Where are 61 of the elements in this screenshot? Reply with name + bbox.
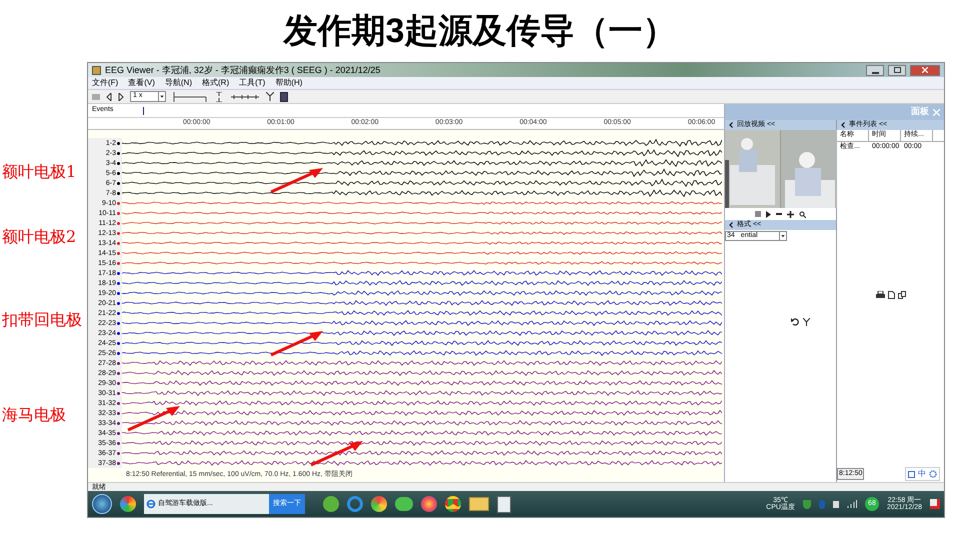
step-back-icon[interactable] bbox=[106, 92, 112, 100]
menu-item[interactable]: 文件(F) bbox=[92, 79, 118, 87]
menu-item[interactable]: 工具(T) bbox=[239, 79, 266, 87]
window-title: EEG Viewer - 李冠浦, 32岁 - 李冠浦癫痫发作3 ( SEEG ) - 2021/12/25 bbox=[105, 66, 380, 74]
menu-item[interactable]: 格式(R) bbox=[202, 79, 230, 87]
resize-icon[interactable] bbox=[908, 470, 915, 478]
slider-icon[interactable] bbox=[172, 92, 208, 102]
markers-icon[interactable] bbox=[230, 92, 260, 100]
maximize-icon bbox=[894, 67, 900, 73]
collapse-icon[interactable] bbox=[729, 222, 733, 228]
menu-item[interactable]: 查看(V) bbox=[128, 79, 155, 87]
fork-icon[interactable] bbox=[266, 92, 274, 101]
fork-icon[interactable] bbox=[803, 318, 810, 326]
plus-icon[interactable] bbox=[787, 210, 794, 218]
menu-item[interactable]: 导航(N) bbox=[164, 79, 192, 87]
pointer-arrow bbox=[309, 439, 365, 467]
start-button[interactable] bbox=[92, 494, 112, 514]
menu-item[interactable]: 帮助(H) bbox=[275, 79, 302, 87]
spacing-icon[interactable] bbox=[214, 92, 224, 102]
group-label: 海马电极 bbox=[2, 404, 66, 426]
document-icon[interactable] bbox=[888, 290, 894, 298]
pointer-arrow bbox=[269, 166, 325, 194]
app-icon[interactable] bbox=[120, 496, 136, 512]
minimize-icon bbox=[872, 72, 878, 74]
group-label: 额叶电极1 bbox=[2, 161, 76, 183]
copy-icon[interactable] bbox=[898, 290, 906, 298]
app-icon[interactable] bbox=[371, 496, 387, 512]
document-icon[interactable] bbox=[497, 496, 511, 512]
step-forward-icon[interactable] bbox=[118, 92, 124, 100]
signal-icon[interactable] bbox=[846, 500, 857, 508]
app-icon[interactable] bbox=[323, 496, 339, 512]
panel-title: 面板 bbox=[911, 105, 929, 118]
shield-icon[interactable] bbox=[802, 500, 811, 508]
maximize-button[interactable] bbox=[888, 64, 906, 76]
undo-icon[interactable] bbox=[791, 318, 799, 326]
search-icon[interactable] bbox=[799, 210, 806, 218]
dropdown-icon bbox=[158, 92, 165, 101]
collapse-icon[interactable] bbox=[841, 122, 845, 128]
play-icon[interactable] bbox=[766, 210, 771, 218]
settings-icon[interactable] bbox=[929, 470, 937, 478]
browser-icon bbox=[146, 499, 156, 509]
ime-mode[interactable]: 中 bbox=[918, 468, 926, 480]
collapse-icon[interactable] bbox=[729, 122, 733, 128]
group-label: 扣带回电极 bbox=[2, 309, 82, 331]
minimize-button[interactable] bbox=[866, 64, 884, 76]
slide-title: 发作期3起源及传导（一） bbox=[284, 10, 676, 52]
printer-icon[interactable] bbox=[876, 290, 884, 298]
close-button[interactable] bbox=[910, 64, 940, 76]
event-marker bbox=[143, 106, 144, 114]
group-label: 额叶电极2 bbox=[2, 226, 76, 248]
browser-icon[interactable] bbox=[445, 496, 461, 512]
app-icon bbox=[92, 66, 101, 74]
pointer-arrow bbox=[269, 329, 325, 357]
notification-icon[interactable] bbox=[930, 499, 940, 509]
close-icon bbox=[922, 67, 928, 73]
dropdown-icon bbox=[779, 232, 786, 240]
pointer-arrow bbox=[126, 404, 182, 432]
monitor-icon[interactable] bbox=[280, 92, 288, 102]
chat-icon[interactable] bbox=[395, 497, 413, 511]
browser-icon[interactable] bbox=[347, 496, 363, 512]
browser-icon[interactable] bbox=[421, 496, 437, 512]
